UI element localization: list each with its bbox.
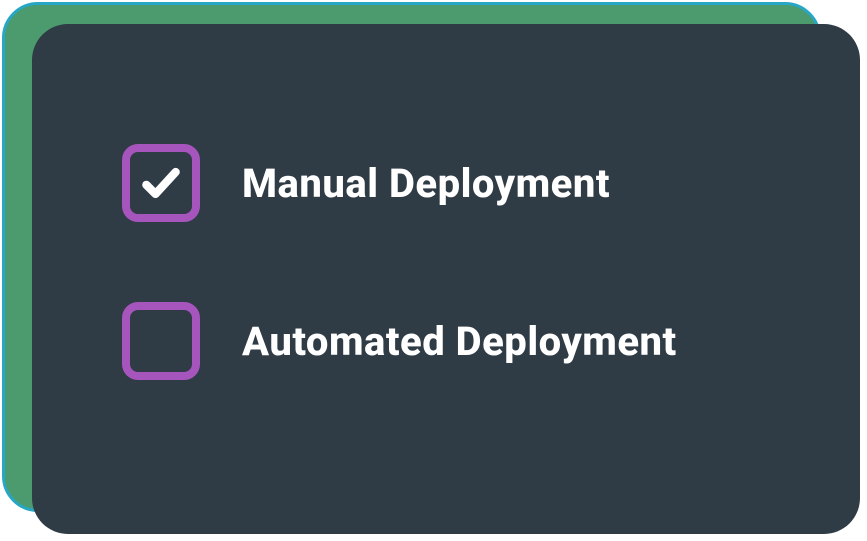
option-label-manual: Manual Deployment xyxy=(242,160,610,207)
checkbox-manual-deployment[interactable] xyxy=(122,144,200,222)
check-icon xyxy=(139,161,183,205)
checkbox-automated-deployment[interactable] xyxy=(122,302,200,380)
option-row-automated: Automated Deployment xyxy=(122,302,770,380)
deployment-options-card: Manual Deployment Automated Deployment xyxy=(32,24,860,534)
option-row-manual: Manual Deployment xyxy=(122,144,770,222)
option-label-automated: Automated Deployment xyxy=(242,318,677,365)
